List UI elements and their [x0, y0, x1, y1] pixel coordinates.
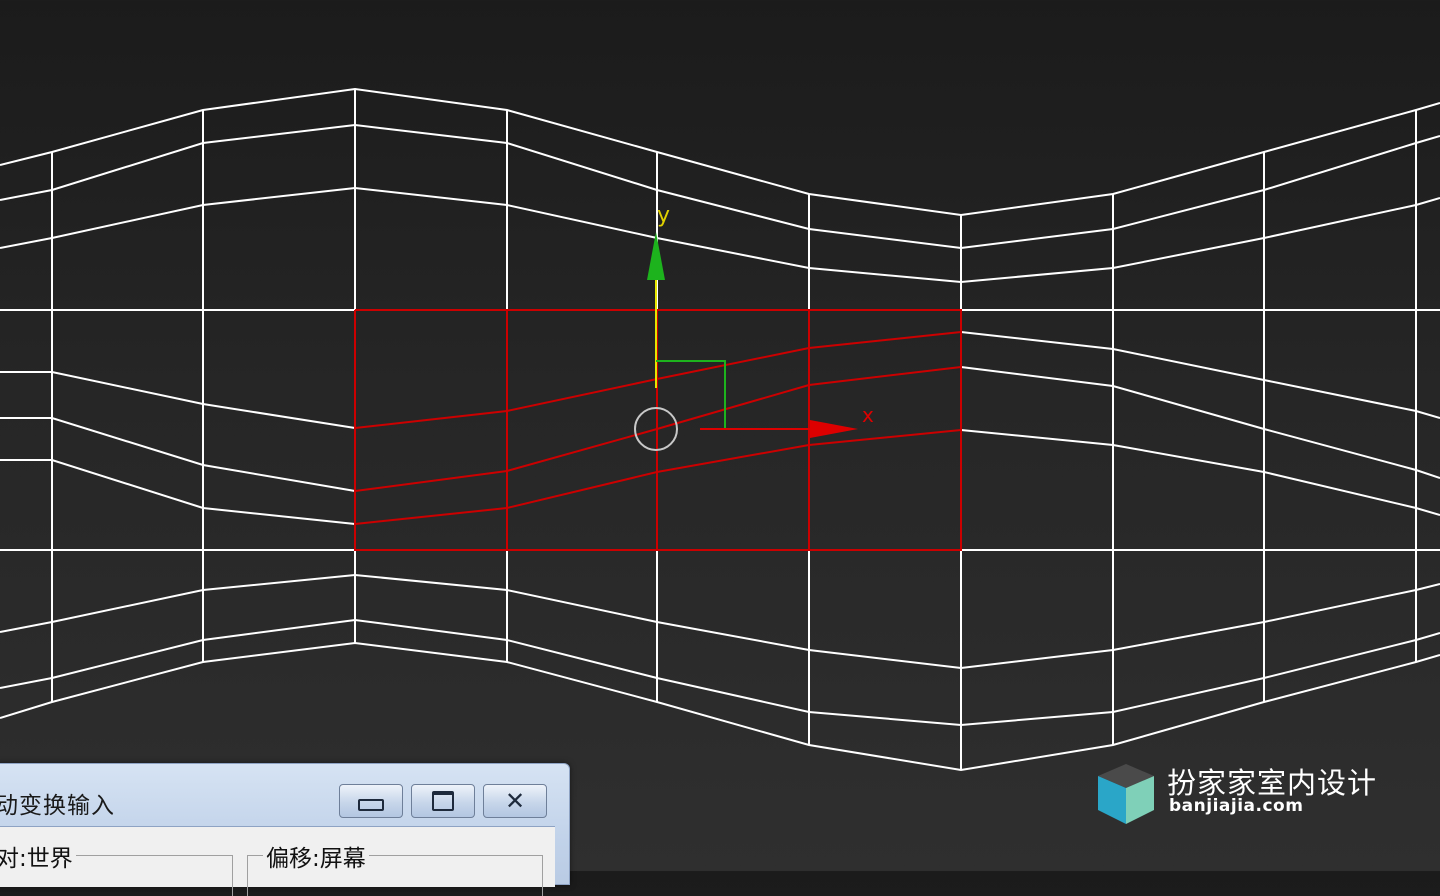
selected-faces: [354, 309, 962, 551]
wire-edge-bottom-1: [0, 618, 1440, 727]
wire-edge-bottom-0: [0, 573, 1440, 670]
gizmo-x-label: x: [862, 403, 874, 427]
wire-edge-mid-left-0: [0, 371, 356, 429]
dialog-client-area: 对:世界 偏移:屏幕: [0, 826, 555, 896]
wire-edge-mid-right-2: [960, 429, 1440, 516]
wire-edge-top-1: [0, 123, 1440, 250]
transform-type-in-dialog[interactable]: 动变换输入 ✕ 对:世界 偏移:屏幕: [0, 763, 570, 896]
absolute-world-label: 对:世界: [0, 839, 76, 873]
gizmo-y-label: y: [657, 203, 670, 228]
wire-edge-mid-left-1: [0, 417, 356, 492]
wire-edge-top-2: [0, 186, 1440, 284]
wire-edge-top-0: [0, 87, 1440, 217]
gizmo-x-arrow-icon[interactable]: [810, 420, 858, 438]
viewport-canvas[interactable]: y x: [0, 0, 1440, 871]
close-icon: ✕: [504, 787, 526, 815]
minimize-button[interactable]: [339, 784, 403, 818]
dialog-title: 动变换输入: [0, 793, 115, 819]
cube-logo-icon: [1098, 764, 1154, 824]
maximize-button[interactable]: [411, 784, 475, 818]
offset-screen-label: 偏移:屏幕: [263, 839, 369, 873]
wire-edge-mid-left-2: [0, 459, 356, 525]
minimize-icon: [358, 799, 384, 811]
wire-edge-bottom-2: [0, 641, 1440, 772]
close-button[interactable]: ✕: [483, 784, 547, 818]
watermark-url: banjiajia.com: [1169, 796, 1304, 816]
watermark: 扮家家室内设计 banjiajia.com: [1095, 760, 1395, 830]
maximize-icon: [432, 791, 454, 811]
